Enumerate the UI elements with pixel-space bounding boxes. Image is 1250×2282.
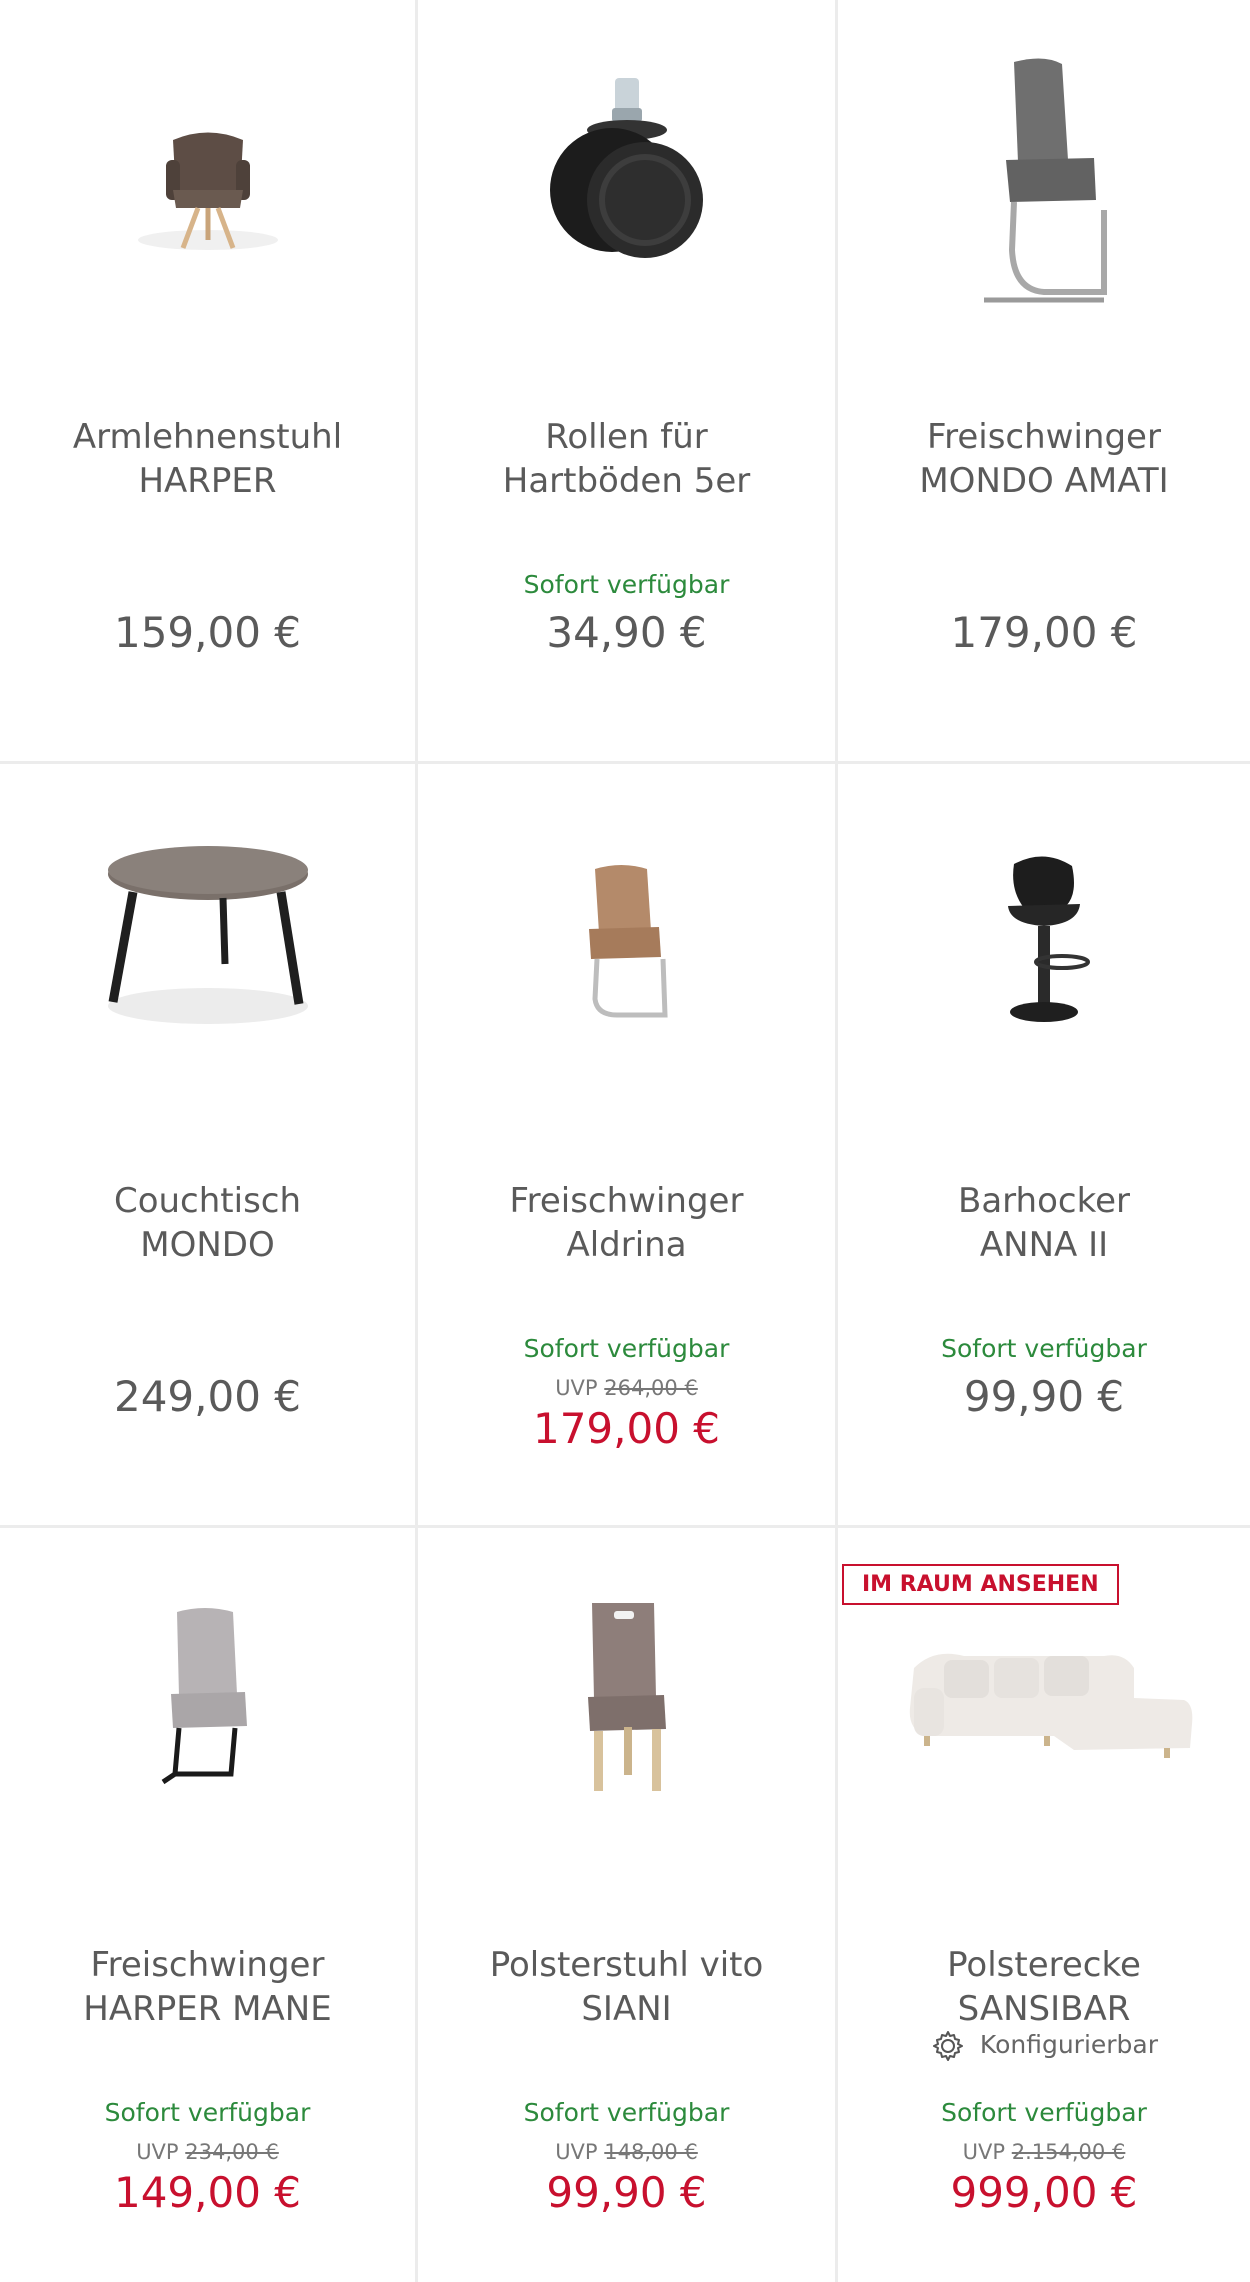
product-image[interactable] bbox=[838, 764, 1250, 1134]
sale-price: 999,00 € bbox=[950, 2168, 1138, 2217]
product-price: 249,00 € bbox=[113, 1372, 302, 1421]
availability-status: Sofort verfügbar bbox=[104, 2098, 311, 2127]
uvp-price: UVP 234,00 € bbox=[136, 2140, 279, 2164]
upholstered-chair-image bbox=[587, 1603, 666, 1791]
caster-wheel-image bbox=[549, 78, 703, 258]
cantilever-chair-image bbox=[984, 58, 1107, 303]
product-name[interactable]: Polsterstuhl vito SIANI bbox=[428, 1943, 825, 2031]
gear-icon bbox=[932, 2031, 963, 2061]
armchair-image bbox=[137, 132, 278, 250]
product-name[interactable]: Couchtisch MONDO bbox=[10, 1179, 405, 1267]
availability-status: Sofort verfügbar bbox=[523, 2098, 730, 2127]
availability-status: Sofort verfügbar bbox=[523, 1334, 730, 1363]
cantilever-chair-image bbox=[161, 1608, 247, 1785]
product-price: 179,00 € bbox=[950, 608, 1138, 657]
product-name[interactable]: Freischwinger HARPER MANE bbox=[10, 1943, 405, 2031]
product-price: 99,90 € bbox=[963, 1372, 1125, 1421]
view-in-room-badge[interactable]: IM RAUM ANSEHEN bbox=[842, 1564, 1119, 1605]
product-name[interactable]: Armlehnenstuhl HARPER bbox=[10, 415, 405, 503]
uvp-price: UVP 264,00 € bbox=[555, 1376, 698, 1400]
product-name[interactable]: Freischwinger MONDO AMATI bbox=[848, 415, 1240, 503]
sale-price: 99,90 € bbox=[546, 2168, 707, 2217]
product-image[interactable] bbox=[0, 1528, 415, 1898]
product-price: 159,00 € bbox=[113, 608, 302, 657]
product-grid: Armlehnenstuhl HARPER 159,00 € Rollen fü… bbox=[0, 0, 1250, 2282]
product-image[interactable] bbox=[0, 764, 415, 1134]
product-name[interactable]: Barhocker ANNA II bbox=[848, 1179, 1240, 1267]
product-card-barhocker-anna-ii[interactable]: Barhocker ANNA II Sofort verfügbar 99,90… bbox=[838, 764, 1250, 1528]
sale-price: 149,00 € bbox=[113, 2168, 302, 2217]
product-price: 34,90 € bbox=[546, 608, 707, 657]
product-card-polsterecke-sansibar[interactable]: IM RAUM ANSEHEN Polsterecke SANSIBAR Kon… bbox=[838, 1528, 1250, 2282]
product-image[interactable] bbox=[418, 0, 835, 370]
product-card-freischwinger-aldrina[interactable]: Freischwinger Aldrina Sofort verfügbar U… bbox=[418, 764, 838, 1528]
product-name[interactable]: Rollen für Hartböden 5er bbox=[428, 415, 825, 503]
product-image[interactable] bbox=[418, 764, 835, 1134]
product-card-polsterstuhl-vito-siani[interactable]: Polsterstuhl vito SIANI Sofort verfügbar… bbox=[418, 1528, 838, 2282]
product-card-freischwinger-mondo-amati[interactable]: Freischwinger MONDO AMATI 179,00 € bbox=[838, 0, 1250, 764]
coffee-table-image bbox=[107, 846, 308, 1024]
availability-status: Sofort verfügbar bbox=[941, 1334, 1147, 1363]
bar-stool-image bbox=[1008, 856, 1090, 1022]
corner-sofa-image bbox=[909, 1653, 1193, 1758]
product-image[interactable] bbox=[838, 0, 1250, 370]
product-card-rollen-hartboeden[interactable]: Rollen für Hartböden 5er Sofort verfügba… bbox=[418, 0, 838, 764]
product-name[interactable]: Polsterecke SANSIBAR bbox=[848, 1943, 1240, 2031]
product-card-freischwinger-harper-mane[interactable]: Freischwinger HARPER MANE Sofort verfügb… bbox=[0, 1528, 418, 2282]
product-image[interactable] bbox=[418, 1528, 835, 1898]
cantilever-chair-image bbox=[588, 865, 668, 1018]
product-card-couchtisch-mondo[interactable]: Couchtisch MONDO 249,00 € bbox=[0, 764, 418, 1528]
availability-status: Sofort verfügbar bbox=[523, 570, 730, 599]
sale-price: 179,00 € bbox=[532, 1404, 721, 1453]
configurable-info: Konfigurierbar bbox=[838, 2028, 1250, 2064]
product-image[interactable] bbox=[0, 0, 415, 370]
uvp-price: UVP 148,00 € bbox=[555, 2140, 698, 2164]
availability-status: Sofort verfügbar bbox=[941, 2098, 1147, 2127]
uvp-price: UVP 2.154,00 € bbox=[962, 2140, 1126, 2164]
product-card-armlehnenstuhl-harper[interactable]: Armlehnenstuhl HARPER 159,00 € bbox=[0, 0, 418, 764]
product-name[interactable]: Freischwinger Aldrina bbox=[428, 1179, 825, 1267]
